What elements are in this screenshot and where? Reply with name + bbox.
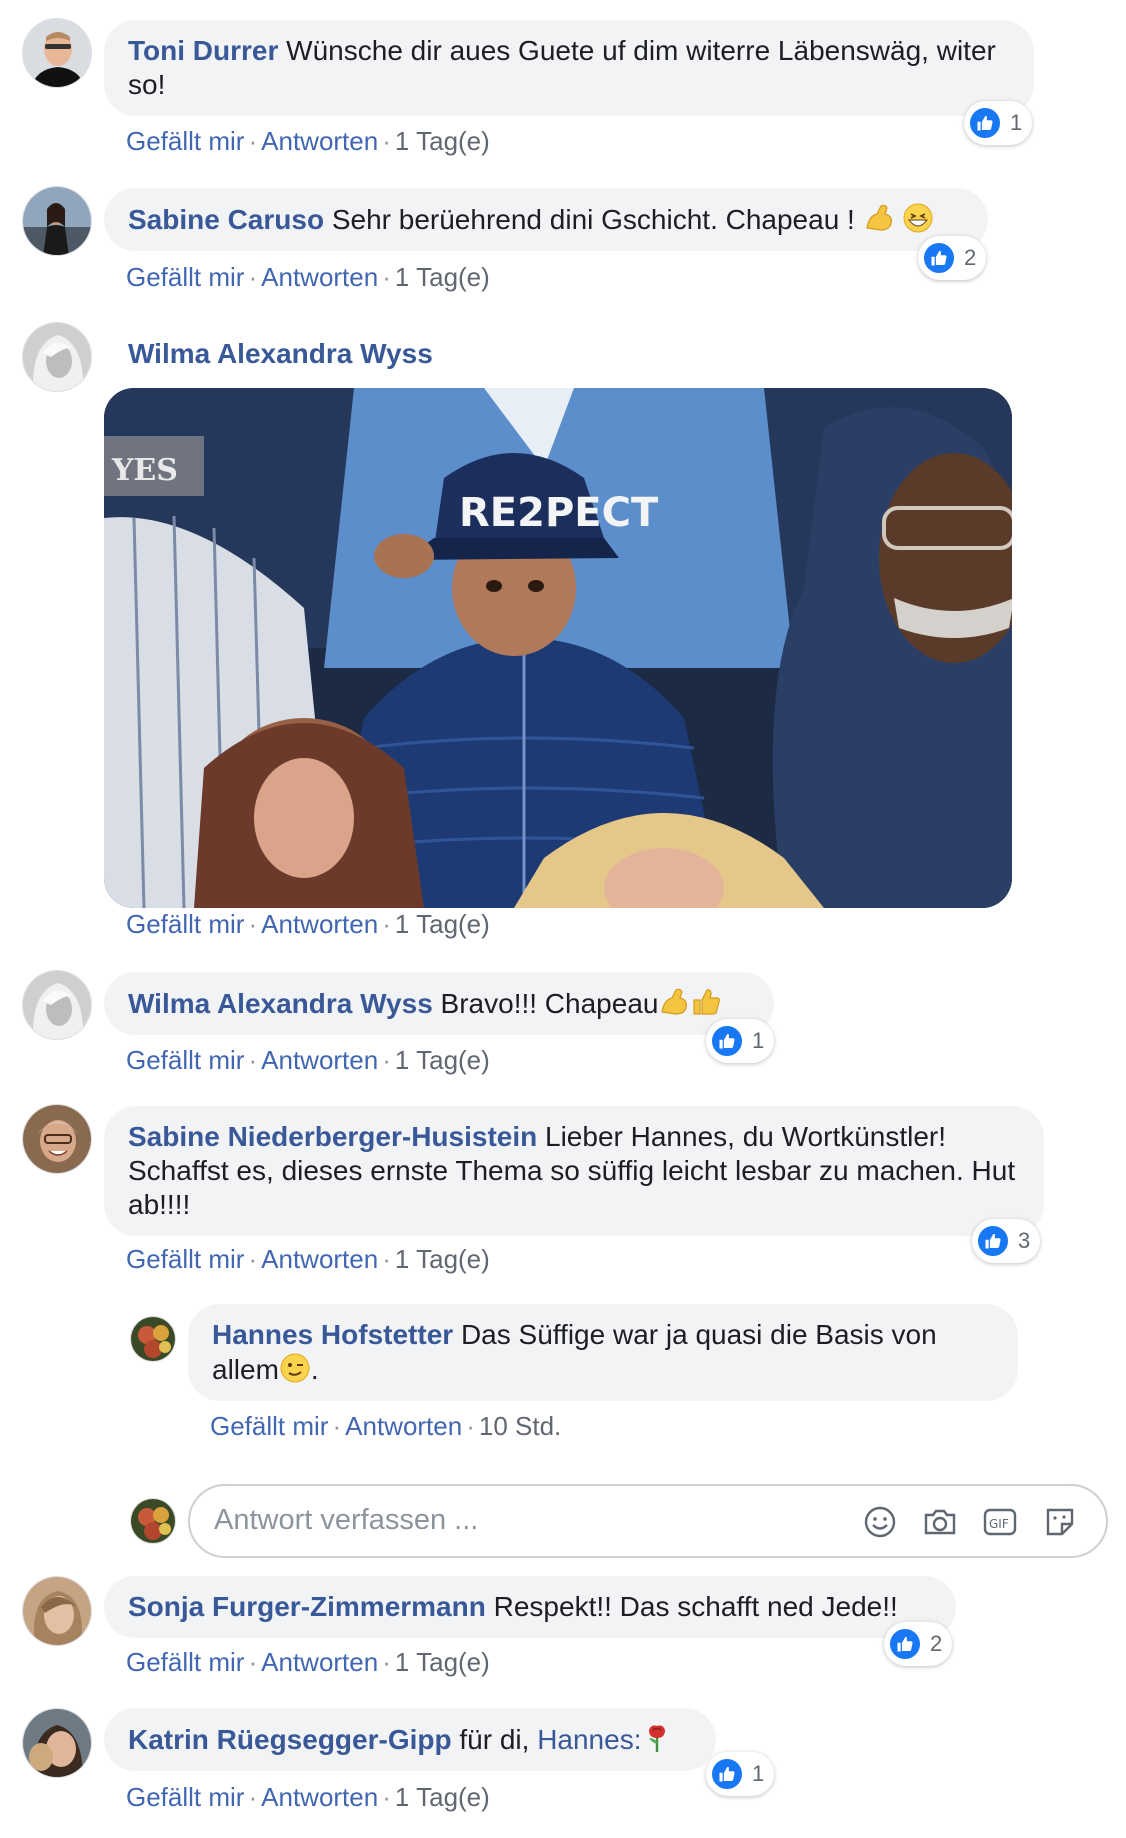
gif-icon[interactable]: GIF: [980, 1502, 1020, 1542]
like-link[interactable]: Gefällt mir: [126, 126, 244, 156]
like-count-badge[interactable]: 1: [706, 1752, 775, 1796]
comment-text: Respekt!! Das schafft ned Jede!!: [493, 1591, 898, 1622]
grinning-face-icon: [903, 203, 933, 233]
camera-icon[interactable]: [920, 1502, 960, 1542]
timestamp[interactable]: 1 Tag(e): [395, 1782, 490, 1812]
reply-input[interactable]: Antwort verfassen ... GIF: [188, 1484, 1108, 1558]
like-count-badge[interactable]: 1: [964, 101, 1033, 145]
like-link[interactable]: Gefällt mir: [126, 909, 244, 939]
rose-icon: [649, 1725, 666, 1752]
cap-logo-text: RE2PECT: [459, 490, 659, 536]
avatar: [130, 1498, 176, 1544]
timestamp[interactable]: 1 Tag(e): [395, 262, 490, 292]
like-icon: [710, 1024, 744, 1058]
comment-text-suffix: .: [310, 1354, 319, 1385]
smiley-icon[interactable]: [860, 1502, 900, 1542]
like-count-badge[interactable]: 2: [918, 236, 987, 280]
comment-meta: Gefällt mir · Antworten · 1 Tag(e): [126, 1045, 490, 1075]
mention-link[interactable]: Hannes:: [537, 1724, 641, 1755]
avatar[interactable]: [22, 18, 92, 88]
avatar[interactable]: [22, 1576, 92, 1646]
timestamp[interactable]: 10 Std.: [479, 1411, 561, 1441]
comment-text: Sehr berüehrend dini Gschicht. Chapeau !: [331, 204, 855, 235]
like-icon: [710, 1757, 744, 1791]
comment-author[interactable]: Katrin Rüegsegger-Gipp: [128, 1724, 452, 1755]
comment-author[interactable]: Hannes Hofstetter: [212, 1319, 453, 1350]
like-icon: [888, 1627, 922, 1661]
like-icon: [922, 241, 956, 275]
comment-meta: Gefällt mir · Antworten · 1 Tag(e): [126, 909, 490, 939]
avatar[interactable]: [22, 322, 92, 392]
like-link[interactable]: Gefällt mir: [210, 1411, 328, 1441]
avatar[interactable]: [130, 1316, 176, 1362]
like-count-badge[interactable]: 1: [706, 1019, 775, 1063]
timestamp[interactable]: 1 Tag(e): [395, 1244, 490, 1274]
comment-author[interactable]: Sabine Niederberger-Husistein: [128, 1121, 537, 1152]
comment-meta: Gefällt mir · Antworten · 10 Std.: [210, 1411, 562, 1441]
like-count-badge[interactable]: 2: [884, 1622, 953, 1666]
comment-meta: Gefällt mir · Antworten · 1 Tag(e): [126, 262, 490, 292]
timestamp[interactable]: 1 Tag(e): [395, 126, 490, 156]
reply-link[interactable]: Antworten: [261, 909, 378, 939]
avatar[interactable]: [22, 1104, 92, 1174]
svg-text:GIF: GIF: [989, 1517, 1009, 1531]
comment-bubble: Wilma Alexandra Wyss Bravo!!! Chapeau: [104, 972, 774, 1035]
reply-link[interactable]: Antworten: [345, 1411, 462, 1441]
reply-link[interactable]: Antworten: [261, 126, 378, 156]
sign-text: YES: [111, 453, 178, 488]
comment-bubble: Sonja Furger-Zimmermann Respekt!! Das sc…: [104, 1576, 956, 1638]
comment-text: für di,: [459, 1724, 530, 1755]
comment-author[interactable]: Sonja Furger-Zimmermann: [128, 1591, 486, 1622]
timestamp[interactable]: 1 Tag(e): [395, 1045, 490, 1075]
like-count-badge[interactable]: 3: [972, 1219, 1041, 1263]
reply-link[interactable]: Antworten: [261, 1647, 378, 1677]
reply-link[interactable]: Antworten: [261, 1782, 378, 1812]
winking-face-icon: [280, 1353, 310, 1383]
comment-bubble: Katrin Rüegsegger-Gipp für di, Hannes:: [104, 1708, 716, 1771]
comment-meta: Gefällt mir · Antworten · 1 Tag(e): [126, 1782, 490, 1812]
like-icon: [968, 106, 1002, 140]
comment-bubble: Sabine Niederberger-Husistein Lieber Han…: [104, 1106, 1044, 1236]
comment-author[interactable]: Wilma Alexandra Wyss: [128, 988, 433, 1019]
comment-bubble: Toni Durrer Wünsche dir aues Guete uf di…: [104, 20, 1034, 116]
comment-bubble: Hannes Hofstetter Das Süffige war ja qua…: [188, 1304, 1018, 1401]
flexed-biceps-icon: [865, 204, 892, 231]
like-link[interactable]: Gefällt mir: [126, 1244, 244, 1274]
like-icon: [976, 1224, 1010, 1258]
avatar[interactable]: [22, 970, 92, 1040]
comment-meta: Gefällt mir · Antworten · 1 Tag(e): [126, 1647, 490, 1677]
comment-author[interactable]: Wilma Alexandra Wyss: [128, 338, 433, 370]
reply-link[interactable]: Antworten: [261, 1045, 378, 1075]
comment-author[interactable]: Sabine Caruso: [128, 204, 324, 235]
reply-link[interactable]: Antworten: [261, 1244, 378, 1274]
flexed-biceps-icon: [661, 988, 688, 1015]
like-link[interactable]: Gefällt mir: [126, 1782, 244, 1812]
thumbs-up-icon: [693, 989, 721, 1015]
like-link[interactable]: Gefällt mir: [126, 1045, 244, 1075]
timestamp[interactable]: 1 Tag(e): [395, 1647, 490, 1677]
reply-placeholder: Antwort verfassen ...: [214, 1504, 479, 1536]
avatar[interactable]: [22, 1708, 92, 1778]
timestamp[interactable]: 1 Tag(e): [395, 909, 490, 939]
comment-meta: Gefällt mir · Antworten · 1 Tag(e): [126, 1244, 490, 1274]
comment-text: Bravo!!! Chapeau: [440, 988, 659, 1019]
sticker-icon[interactable]: [1040, 1502, 1080, 1542]
comment-meta: Gefällt mir · Antworten · 1 Tag(e): [126, 126, 490, 156]
like-link[interactable]: Gefällt mir: [126, 262, 244, 292]
comment-author[interactable]: Toni Durrer: [128, 35, 278, 66]
like-link[interactable]: Gefällt mir: [126, 1647, 244, 1677]
avatar[interactable]: [22, 186, 92, 256]
reply-link[interactable]: Antworten: [261, 262, 378, 292]
gif-attachment[interactable]: YES RE2PECT: [104, 388, 1012, 908]
comment-bubble: Sabine Caruso Sehr berüehrend dini Gschi…: [104, 188, 988, 251]
